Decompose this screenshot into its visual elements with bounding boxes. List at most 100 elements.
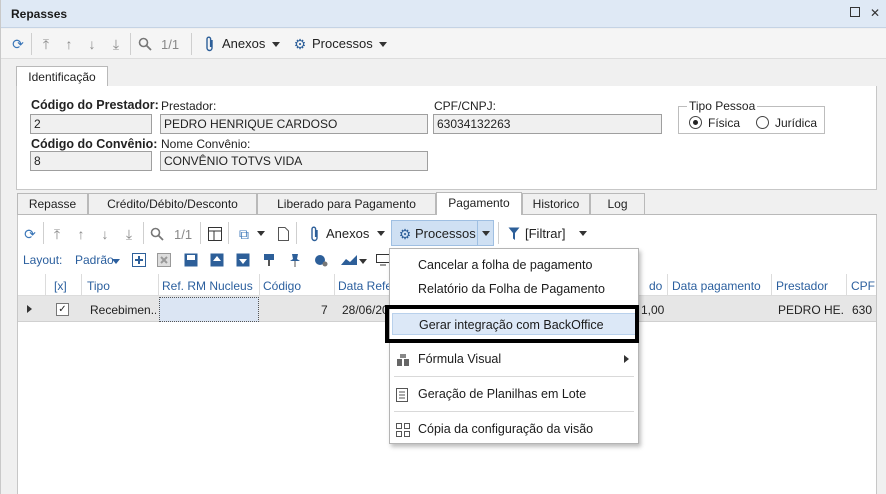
inner-processos-button[interactable]: Processos — [415, 226, 476, 241]
document-icon[interactable] — [274, 225, 292, 243]
menu-item-formula-visual-label: Fórmula Visual — [418, 352, 502, 366]
row-checkbox[interactable]: ✓ — [56, 303, 69, 316]
close-icon[interactable]: ✕ — [867, 5, 883, 21]
last-record-icon[interactable]: ⤓ — [107, 35, 125, 53]
grid-header-data-pagamento[interactable]: Data pagamento — [672, 279, 761, 293]
gear-icon[interactable]: ⚙ — [291, 35, 309, 53]
inner-next-record-icon[interactable]: ↓ — [96, 225, 114, 243]
anexos-dropdown-icon[interactable] — [272, 42, 280, 47]
layout-label: Layout: — [23, 253, 63, 267]
tab-log[interactable]: Log — [590, 193, 645, 215]
nome-convenio-field[interactable]: CONVÊNIO TOTVS VIDA — [160, 151, 428, 171]
cell-prestador: PEDRO HE... — [778, 303, 844, 317]
row-indicator-icon — [27, 305, 32, 313]
menu-item-formula-visual[interactable]: Fórmula Visual — [390, 348, 638, 370]
search-icon[interactable] — [136, 35, 154, 53]
paperclip-icon[interactable] — [201, 35, 219, 53]
cell-valor: 1,00 — [641, 303, 665, 317]
panel-layout-icon[interactable] — [206, 225, 224, 243]
inner-processos-dropdown-icon[interactable] — [482, 231, 490, 236]
inner-previous-record-icon[interactable]: ↑ — [72, 225, 90, 243]
first-record-icon[interactable]: ⤒ — [37, 35, 55, 53]
processos-dropdown-icon[interactable] — [379, 42, 387, 47]
open-external-icon[interactable]: ⧉ — [235, 225, 253, 243]
tab-identificacao[interactable]: Identificação — [16, 66, 108, 87]
move-down-layout-icon[interactable] — [234, 251, 252, 269]
grid-header-data-referencia[interactable]: Data Refer — [338, 279, 396, 293]
grid-header-prestador[interactable]: Prestador — [776, 279, 828, 293]
cpf-cnpj-field[interactable]: 63034132263 — [433, 114, 662, 134]
inner-last-record-icon[interactable]: ⤓ — [120, 225, 138, 243]
cell-tipo: Recebimen... — [90, 303, 156, 317]
tab-liberado-pagamento[interactable]: Liberado para Pagamento — [257, 193, 436, 215]
next-record-icon[interactable]: ↓ — [83, 35, 101, 53]
title-bar: Repasses ✕ — [1, 0, 886, 28]
delete-layout-icon[interactable] — [155, 251, 173, 269]
color-fill-icon[interactable] — [312, 251, 330, 269]
tab-repasse[interactable]: Repasse — [17, 193, 88, 215]
cell-codigo: 7 — [321, 303, 328, 317]
save-layout-icon[interactable] — [182, 251, 200, 269]
add-layout-icon[interactable] — [130, 251, 148, 269]
grid-header-codigo[interactable]: Código — [263, 279, 301, 293]
pin-icon[interactable] — [286, 251, 304, 269]
formula-visual-icon — [396, 352, 410, 366]
tab-historico[interactable]: Historico — [522, 193, 590, 215]
filter-icon[interactable] — [505, 225, 523, 243]
spreadsheet-icon — [396, 387, 410, 402]
prestador-field[interactable]: PEDRO HENRIQUE CARDOSO — [160, 114, 428, 134]
grid-header-select[interactable]: [x] — [54, 279, 67, 293]
submenu-arrow-icon — [624, 355, 629, 363]
menu-item-copia-configuracao[interactable]: Cópia da configuração da visão — [390, 418, 638, 440]
main-toolbar: ⟳ ⤒ ↑ ↓ ⤓ 1/1 Anexos ⚙ Processos — [1, 29, 886, 59]
layout-dropdown-icon[interactable] — [112, 259, 120, 264]
cpf-cnpj-label: CPF/CNPJ: — [434, 99, 497, 113]
paint-icon[interactable] — [260, 251, 278, 269]
chart-dropdown-icon[interactable] — [359, 259, 367, 264]
processos-menu: Cancelar a folha de pagamento Relatório … — [389, 248, 639, 444]
grid-header-ref-rm-nucleus[interactable]: Ref. RM Nucleus — [162, 279, 253, 293]
menu-item-copia-configuracao-label: Cópia da configuração da visão — [418, 422, 594, 436]
anexos-button[interactable]: Anexos — [222, 36, 265, 51]
inner-gear-icon[interactable]: ⚙ — [396, 225, 414, 243]
refresh-icon[interactable]: ⟳ — [9, 35, 27, 53]
codigo-prestador-label: Código do Prestador: — [31, 98, 159, 112]
grid-header-valor[interactable]: do — [649, 279, 662, 293]
inner-refresh-icon[interactable]: ⟳ — [21, 225, 39, 243]
menu-item-relatorio-folha[interactable]: Relatório da Folha de Pagamento — [390, 278, 638, 300]
filtrar-button[interactable]: [Filtrar] — [525, 226, 565, 241]
cell-data-referencia: 28/06/20 — [342, 303, 387, 317]
tipo-pessoa-label: Tipo Pessoa — [687, 99, 758, 113]
cell-cpf: 630 — [852, 303, 873, 317]
tab-pagamento[interactable]: Pagamento — [436, 192, 522, 215]
menu-item-cancelar-folha[interactable]: Cancelar a folha de pagamento — [390, 254, 638, 276]
radio-juridica-label: Jurídica — [775, 116, 818, 130]
previous-record-icon[interactable]: ↑ — [60, 35, 78, 53]
inner-paperclip-icon[interactable] — [306, 225, 324, 243]
inner-anexos-button[interactable]: Anexos — [326, 226, 369, 241]
menu-item-cancelar-folha-label: Cancelar a folha de pagamento — [418, 258, 593, 272]
menu-item-geracao-planilhas-label: Geração de Planilhas em Lote — [418, 387, 587, 401]
move-up-layout-icon[interactable] — [208, 251, 226, 269]
radio-fisica-label: Física — [708, 116, 741, 130]
processos-button[interactable]: Processos — [312, 36, 373, 51]
grid-header-tipo[interactable]: Tipo — [87, 279, 110, 293]
inner-anexos-dropdown-icon[interactable] — [377, 231, 385, 236]
codigo-convenio-field[interactable]: 8 — [30, 151, 152, 171]
menu-item-relatorio-folha-label: Relatório da Folha de Pagamento — [418, 282, 605, 296]
inner-search-icon[interactable] — [148, 225, 166, 243]
filtrar-dropdown-icon[interactable] — [579, 231, 587, 236]
grid-header-cpf[interactable]: CPF — [851, 279, 875, 293]
cell-ref-rm-nucleus[interactable] — [159, 297, 259, 322]
layout-select[interactable]: Padrão — [75, 253, 114, 267]
radio-juridica[interactable] — [756, 116, 769, 129]
restore-icon[interactable] — [847, 5, 863, 21]
menu-item-geracao-planilhas[interactable]: Geração de Planilhas em Lote — [390, 383, 638, 405]
codigo-prestador-field[interactable]: 2 — [30, 114, 152, 134]
open-external-dropdown-icon[interactable] — [257, 231, 265, 236]
inner-first-record-icon[interactable]: ⤒ — [48, 225, 66, 243]
codigo-convenio-label: Código do Convênio: — [31, 137, 158, 151]
radio-fisica[interactable] — [689, 116, 702, 129]
chart-icon[interactable] — [340, 251, 358, 269]
tab-credito-debito-desconto[interactable]: Crédito/Débito/Desconto — [88, 193, 257, 215]
